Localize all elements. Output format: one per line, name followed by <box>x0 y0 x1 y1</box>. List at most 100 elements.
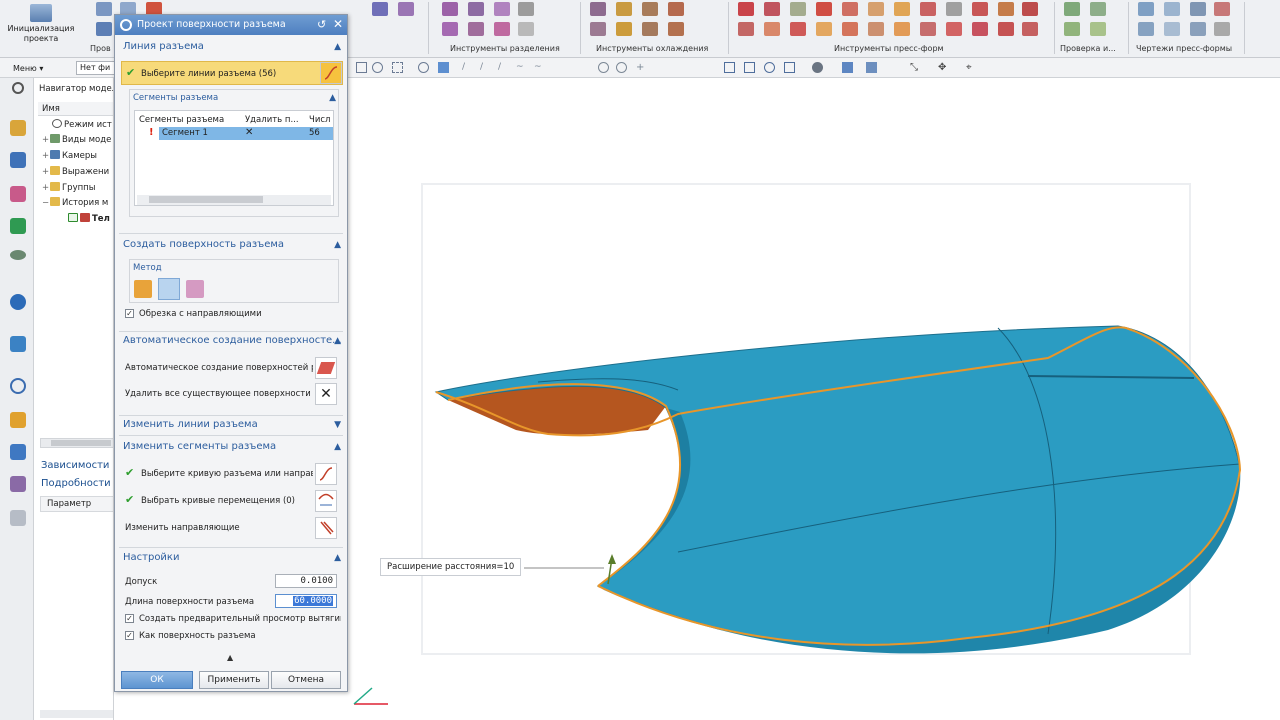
section-create-surface[interactable]: Создать поверхность разъема ▲ <box>115 237 347 253</box>
extrude-method-icon[interactable] <box>134 280 152 298</box>
layer-icon[interactable] <box>866 62 877 73</box>
details-column-parameter[interactable]: Параметр <box>40 496 113 512</box>
tool-icon[interactable] <box>616 2 632 16</box>
tool-icon[interactable] <box>738 2 754 16</box>
direction-arrowhead[interactable] <box>608 554 616 564</box>
select-parting-lines-row[interactable]: ✔ Выберите линии разъема (56) <box>121 61 343 85</box>
tool-icon[interactable] <box>668 22 684 36</box>
part-body[interactable] <box>434 325 1241 646</box>
gear-icon[interactable] <box>12 82 24 94</box>
chevron-up-icon[interactable]: ▲ <box>334 550 341 566</box>
nav-item-groups[interactable]: + Группы <box>42 181 95 195</box>
table-row[interactable]: ! Сегмент 1 ✕ 56 <box>149 127 333 140</box>
tool-icon[interactable] <box>468 22 484 36</box>
create-preview-checkbox[interactable]: ✓ <box>125 614 134 623</box>
tree-expander[interactable]: − <box>42 196 50 210</box>
tool-icon[interactable] <box>946 2 962 16</box>
tool-icon[interactable] <box>96 2 112 16</box>
tool-icon[interactable] <box>494 2 510 16</box>
close-icon[interactable]: ✕ <box>333 17 343 31</box>
zoom-icon[interactable] <box>744 62 755 73</box>
tool-icon[interactable] <box>616 22 632 36</box>
ok-button[interactable]: ОК <box>121 671 193 689</box>
details-scrollbar[interactable] <box>40 710 113 718</box>
nav-item-model-history[interactable]: − История м <box>42 196 108 210</box>
tool-icon[interactable] <box>1022 2 1038 16</box>
tool-icon[interactable] <box>920 2 936 16</box>
menu-button[interactable]: Меню ▾ <box>8 61 48 75</box>
transform-icon[interactable]: ✥ <box>938 62 949 73</box>
tool-icon[interactable] <box>816 2 832 16</box>
auto-create-surfaces-button[interactable] <box>315 357 337 379</box>
as-parting-surface-checkbox[interactable]: ✓ <box>125 631 134 640</box>
curve-icon[interactable]: / <box>498 62 509 73</box>
shaded-icon[interactable] <box>842 62 853 73</box>
table-header[interactable]: Удалить п... <box>245 115 303 125</box>
delete-icon[interactable]: ✕ <box>315 383 337 405</box>
transition-curve-button[interactable] <box>315 490 337 512</box>
tool-icon[interactable] <box>1064 22 1080 36</box>
tool-icon[interactable] <box>894 2 910 16</box>
tool-icon[interactable] <box>1090 22 1106 36</box>
tree-expander[interactable]: + <box>42 149 50 163</box>
web-browser-icon[interactable] <box>10 294 26 310</box>
tool-icon[interactable] <box>1022 22 1038 36</box>
tool-icon[interactable] <box>518 2 534 16</box>
line-icon[interactable]: / <box>480 62 491 73</box>
hd3d-icon[interactable] <box>10 250 26 260</box>
navigator-scrollbar[interactable] <box>40 438 113 448</box>
tool-icon[interactable] <box>398 2 414 16</box>
tool-icon[interactable] <box>816 22 832 36</box>
tool-icon[interactable] <box>642 2 658 16</box>
scrollbar-thumb[interactable] <box>51 440 111 446</box>
nav-item-body[interactable]: Тел <box>68 212 110 226</box>
tool-icon[interactable] <box>1214 2 1230 16</box>
tool-icon[interactable] <box>842 22 858 36</box>
scrollbar-thumb[interactable] <box>149 196 263 203</box>
tool-icon[interactable] <box>468 2 484 16</box>
table-header[interactable]: Сегменты разъема <box>139 115 243 125</box>
snap-icon[interactable] <box>372 62 383 73</box>
tolerance-input[interactable]: 0.0100 <box>275 574 337 588</box>
bounded-plane-method-icon[interactable] <box>186 280 204 298</box>
section-parting-line[interactable]: Линия разъема ▲ <box>115 39 347 55</box>
table-scrollbar[interactable] <box>137 195 331 205</box>
tool-icon[interactable] <box>790 2 806 16</box>
assembly-navigator-icon[interactable] <box>10 120 26 136</box>
tool-icon[interactable] <box>842 2 858 16</box>
curve-select-icon[interactable] <box>320 62 342 84</box>
section-auto-create[interactable]: Автоматическое создание поверхносте... ▲ <box>115 333 347 349</box>
tool-icon[interactable] <box>972 22 988 36</box>
nav-item-history-mode[interactable]: Режим ист <box>44 118 112 132</box>
nav-item-cameras[interactable]: + Камеры <box>42 149 97 163</box>
tool-icon[interactable] <box>668 2 684 16</box>
chevron-down-icon[interactable]: ▼ <box>334 417 341 433</box>
details-panel[interactable]: Подробности <box>41 478 111 489</box>
cancel-button[interactable]: Отмена <box>271 671 341 689</box>
nav-item-expressions[interactable]: + Выражени <box>42 165 109 179</box>
navigator-column-name[interactable]: Имя <box>38 102 113 116</box>
part-navigator-icon[interactable] <box>10 186 26 202</box>
render-style-icon[interactable] <box>812 62 823 73</box>
section-edit-lines[interactable]: Изменить линии разъема ▼ <box>115 417 347 433</box>
tool-icon[interactable] <box>790 22 806 36</box>
tree-expander[interactable]: + <box>42 133 50 147</box>
tool-icon[interactable] <box>1190 2 1206 16</box>
select-icon[interactable] <box>356 62 367 73</box>
section-segments[interactable]: Сегменты разъема ▲ <box>130 90 338 106</box>
view-orient-icon[interactable] <box>784 62 795 73</box>
chevron-up-icon[interactable]: ▲ <box>334 333 341 349</box>
section-edit-segments[interactable]: Изменить сегменты разъема ▲ <box>115 439 347 455</box>
section-settings[interactable]: Настройки ▲ <box>115 550 347 566</box>
model-graphics[interactable]: Z <box>348 78 1280 720</box>
tool-icon[interactable] <box>946 22 962 36</box>
target-icon[interactable] <box>598 62 609 73</box>
tool-icon[interactable] <box>764 22 780 36</box>
tool-icon[interactable] <box>442 2 458 16</box>
graphics-viewport[interactable]: Z Расширение расстояния=10 <box>348 78 1280 720</box>
tool-icon[interactable] <box>868 22 884 36</box>
lasso-icon[interactable] <box>418 62 429 73</box>
tool-icon[interactable] <box>1064 2 1080 16</box>
tool-icon[interactable] <box>1164 22 1180 36</box>
select-transition-label[interactable]: Выбрать кривые перемещения (0) <box>141 496 313 506</box>
